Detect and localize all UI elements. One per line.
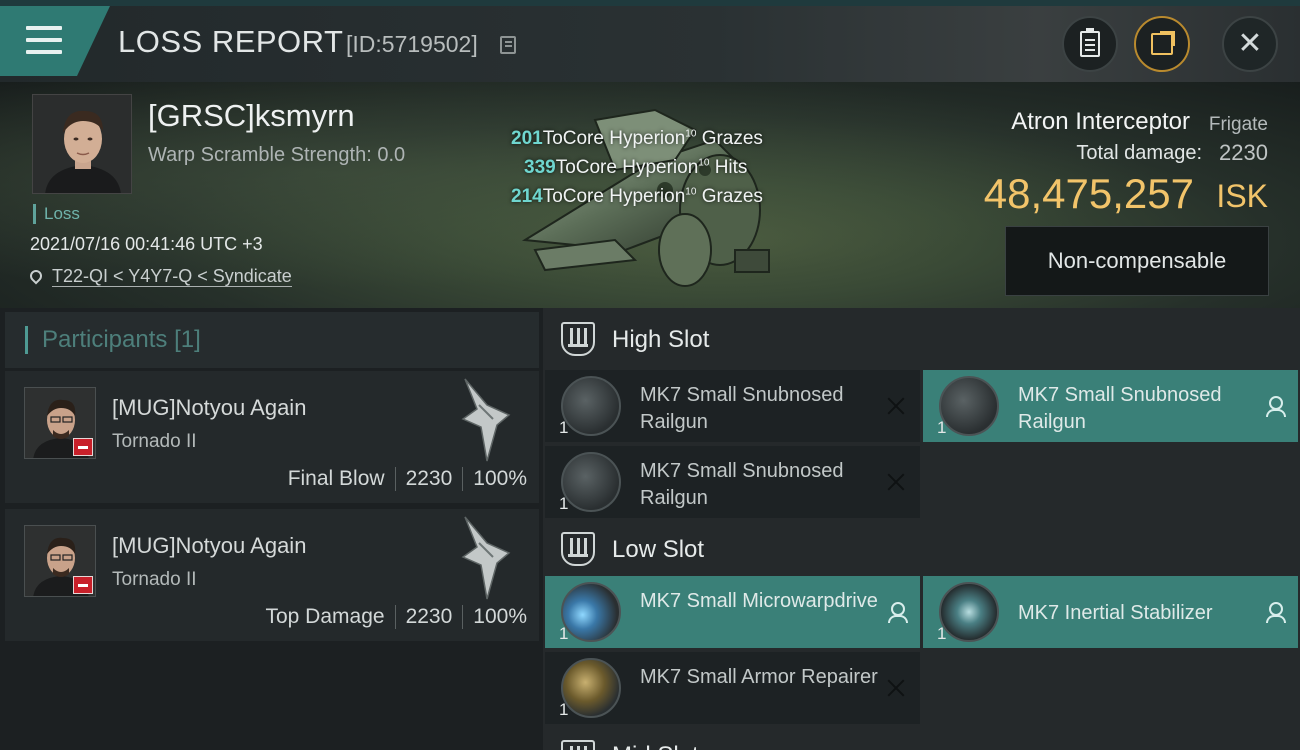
warp-scramble-strength: Warp Scramble Strength: 0.0	[148, 144, 406, 166]
participant-ship-icon	[457, 513, 517, 603]
share-button[interactable]	[1134, 16, 1190, 72]
module-item[interactable]: 1 MK7 Small Microwarpdrive	[545, 576, 920, 648]
destroyed-x-icon	[886, 396, 906, 416]
module-quantity: 1	[937, 418, 947, 437]
hostile-badge-icon	[73, 438, 93, 456]
participant-name[interactable]: [MUG]Notyou Again	[112, 533, 306, 559]
dropped-person-icon	[1264, 396, 1286, 417]
clipboard-icon	[1080, 28, 1100, 57]
close-icon: ✕	[1237, 27, 1263, 60]
mid-slot-header: Mid Slot	[543, 736, 1300, 750]
victim-name[interactable]: [GRSC]ksmyrn	[148, 98, 355, 134]
module-quantity: 1	[559, 418, 569, 437]
loss-tag: Loss	[33, 204, 80, 224]
participant-row[interactable]: [MUG]Notyou Again Tornado II Final Blow …	[5, 371, 539, 503]
module-quantity: 1	[559, 494, 569, 513]
hamburger-icon[interactable]	[26, 26, 62, 56]
participant-stats: Top Damage 2230 100%	[265, 605, 527, 629]
module-name: MK7 Small Microwarpdrive	[640, 590, 878, 612]
railgun-icon	[561, 376, 621, 436]
ship-name[interactable]: Atron Interceptor	[1011, 108, 1190, 136]
participant-row[interactable]: [MUG]Notyou Again Tornado II Top Damage …	[5, 509, 539, 641]
high-slot-icon	[561, 322, 595, 356]
high-slot-title: High Slot	[612, 326, 710, 353]
dropped-person-icon	[1264, 602, 1286, 623]
module-item[interactable]: 1 MK7 Inertial Stabilizer	[923, 576, 1298, 648]
participants-count: [1]	[174, 326, 201, 353]
victim-avatar[interactable]	[32, 94, 132, 194]
module-name: MK7 Inertial Stabilizer	[1018, 602, 1213, 624]
mid-slot-icon	[561, 740, 595, 750]
destroyed-x-icon	[886, 472, 906, 492]
participant-name[interactable]: [MUG]Notyou Again	[112, 395, 306, 421]
participant-ship: Tornado II	[112, 431, 197, 452]
ship-class: Frigate	[1208, 114, 1268, 135]
report-id: [ID:5719502]	[346, 31, 478, 57]
module-quantity: 1	[559, 700, 569, 719]
participants-title: Participants [1]	[25, 326, 201, 354]
participant-avatar[interactable]	[24, 525, 96, 597]
participants-panel: Participants [1] [MUG]Notyou Again Torna…	[0, 308, 540, 750]
module-name: MK7 Small Armor Repairer	[640, 666, 878, 688]
copy-icon[interactable]	[500, 36, 516, 54]
mid-slot-title: Mid Slot	[612, 742, 699, 750]
total-damage-value: 2230	[1219, 140, 1268, 165]
high-slot-header: High Slot	[543, 308, 1300, 370]
hit-log-line: 201ToCore Hyperion10 Grazes	[511, 128, 763, 149]
participant-ship: Tornado II	[112, 569, 197, 590]
loss-timestamp: 2021/07/16 00:41:46 UTC +3	[30, 234, 263, 254]
total-damage-label: Total damage:	[1076, 142, 1202, 164]
participant-ship-icon	[457, 375, 517, 465]
armor-repairer-icon	[561, 658, 621, 718]
low-slot-icon	[561, 532, 595, 566]
module-item[interactable]: 1 MK7 Small Snubnosed Railgun	[545, 446, 920, 518]
isk-value: 48,475,257	[983, 170, 1194, 217]
participant-damage: 2230	[405, 605, 453, 628]
module-name: MK7 Small Snubnosed Railgun	[640, 384, 844, 433]
participant-percent: 100%	[473, 605, 527, 628]
hit-log-line: 214ToCore Hyperion10 Grazes	[511, 186, 763, 207]
module-name: MK7 Small Snubnosed Railgun	[1018, 384, 1222, 433]
close-button[interactable]: ✕	[1222, 16, 1278, 72]
dropped-person-icon	[886, 602, 908, 623]
participant-avatar[interactable]	[24, 387, 96, 459]
module-quantity: 1	[937, 624, 947, 643]
hit-log-line: 339ToCore Hyperion10 Hits	[524, 157, 748, 178]
module-item[interactable]: 1 MK7 Small Armor Repairer	[545, 652, 920, 724]
compensation-status-button[interactable]: Non-compensable	[1005, 226, 1269, 296]
module-name: MK7 Small Snubnosed Railgun	[640, 460, 844, 509]
participants-header: Participants [1]	[5, 312, 539, 368]
share-icon	[1151, 31, 1175, 55]
fitting-panel: High Slot 1 MK7 Small Snubnosed Railgun …	[543, 308, 1300, 750]
module-quantity: 1	[559, 624, 569, 643]
participant-percent: 100%	[473, 467, 527, 490]
module-item[interactable]: 1 MK7 Small Snubnosed Railgun	[545, 370, 920, 442]
railgun-icon	[561, 452, 621, 512]
page-title: LOSS REPORT	[118, 24, 344, 59]
location-pin-icon	[27, 267, 45, 285]
participant-damage: 2230	[405, 467, 453, 490]
railgun-icon	[939, 376, 999, 436]
low-slot-header: Low Slot	[543, 518, 1300, 580]
participant-stats: Final Blow 2230 100%	[288, 467, 527, 491]
participant-role: Top Damage	[265, 605, 385, 628]
module-item[interactable]: 1 MK7 Small Snubnosed Railgun	[923, 370, 1298, 442]
microwarpdrive-icon	[561, 582, 621, 642]
hostile-badge-icon	[73, 576, 93, 594]
location-link[interactable]: T22-QI < Y4Y7-Q < Syndicate	[27, 266, 292, 287]
location-text[interactable]: T22-QI < Y4Y7-Q < Syndicate	[52, 266, 292, 287]
low-slot-title: Low Slot	[612, 536, 705, 563]
inertial-stabilizer-icon	[939, 582, 999, 642]
participant-role: Final Blow	[287, 467, 385, 490]
victim-banner: [GRSC]ksmyrn Warp Scramble Strength: 0.0…	[0, 82, 1300, 308]
clipboard-button[interactable]	[1062, 16, 1118, 72]
window-header: LOSS REPORT [ID:5719502] ✕	[0, 6, 1300, 82]
isk-unit: ISK	[1216, 178, 1268, 214]
destroyed-x-icon	[886, 678, 906, 698]
